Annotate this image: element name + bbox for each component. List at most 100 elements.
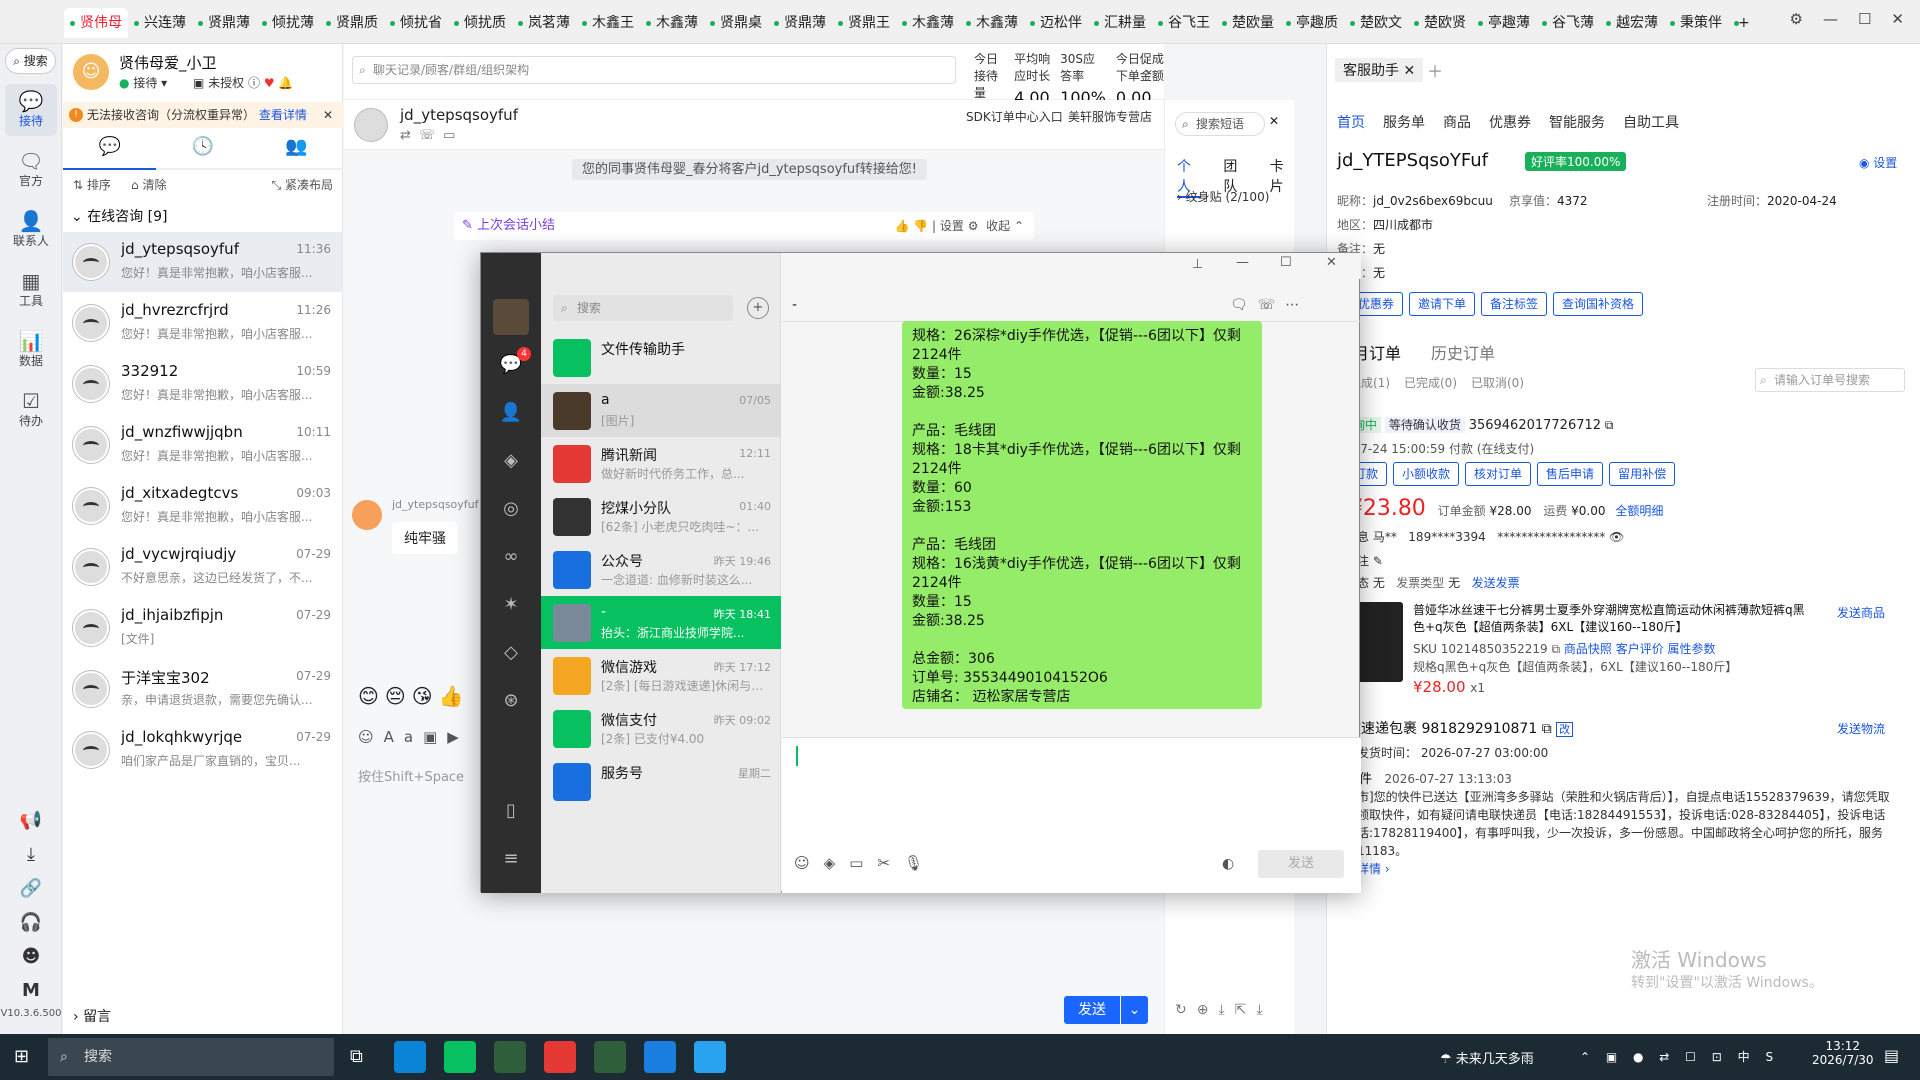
shop-tab[interactable]: 迈松伴 [1024,8,1088,38]
agent-status[interactable]: ● 接待 ▾ [119,74,167,91]
scissors-icon[interactable]: ✂ [877,854,904,872]
notice-link[interactable]: 查看详情 [259,108,307,122]
rail-search-button[interactable]: ⌕ 搜索 [5,48,56,74]
rail-item-contacts[interactable]: 👤 联系人 [5,204,57,256]
params-link[interactable]: 属性参数 [1668,642,1716,656]
minimize-icon[interactable]: — [1823,10,1838,28]
reviews-link[interactable]: 客户评价 [1616,642,1664,656]
folder-icon[interactable]: ▭ [849,854,877,872]
rail-item-tools[interactable]: ▦ 工具 [5,264,57,316]
add-tab-icon[interactable]: + [1728,8,1756,38]
chevron-down-icon[interactable]: ⌄ [1120,996,1148,1024]
shop-tab[interactable]: 岚茗薄 [512,8,576,38]
send-product-link[interactable]: 发送商品 [1837,604,1885,621]
channels-icon[interactable]: ∞ [499,545,523,569]
robot-icon[interactable]: ☻ [0,940,62,974]
shop-tab[interactable]: 贤鼎质 [320,8,384,38]
app-icon[interactable] [594,1041,626,1073]
settings-link[interactable]: ◉ 设置 [1859,154,1897,171]
m-logo-icon[interactable]: M [0,974,62,1008]
wechat-chat-item[interactable]: 腾讯新闻 12:11 做好新时代侨务工作，总... [541,437,781,490]
thumb-up-icon[interactable]: 👍 [894,219,909,233]
sdk-order-link[interactable]: SDK订单中心入口 [966,108,1063,125]
add-icon[interactable]: + [747,297,769,319]
phone-icon[interactable]: ▯ [499,799,523,823]
app-icon[interactable] [494,1041,526,1073]
shop-tab[interactable]: 贤伟母 [64,8,128,38]
customer-action-button[interactable]: 查询国补资格 [1553,292,1644,316]
add-icon[interactable]: ⊕ [1197,1002,1219,1018]
contacts-tab-icon[interactable]: 👥 [285,136,307,168]
maximize-icon[interactable]: ☐ [1858,10,1871,28]
shop-tab[interactable]: 谷飞王 [1152,8,1216,38]
shop-tab[interactable]: 贤鼎桌 [704,8,768,38]
shop-tab[interactable]: 兴连薄 [128,8,192,38]
conversation-item[interactable]: jd_wnzfiwwjjqbn 10:11 您好！真是非常抱歉，咱小店客服... [63,415,343,475]
shop-tab[interactable]: 楚欧文 [1344,8,1408,38]
clock[interactable]: 13:12 2026/7/30 [1812,1039,1874,1067]
wechat-icon[interactable] [444,1041,476,1073]
rail-item-data[interactable]: 📊 数据 [5,324,57,376]
emoji-icon[interactable]: ☺ [358,728,384,746]
chevron-down-icon[interactable]: ⌄ [1144,62,1154,76]
conversation-item[interactable]: jd_xitxadegtcvs 09:03 您好！真是非常抱歉，咱小店客服... [63,476,343,536]
amount-detail-link[interactable]: 全额明细 [1615,504,1663,518]
phone-icon[interactable]: ☏ [419,128,443,143]
wechat-chat-item[interactable]: 文件传输助手 [541,331,781,384]
menu-icon[interactable]: ≡ [499,847,523,871]
wechat-chat-item[interactable]: 微信游戏 昨天 17:12 [2条] [每日游戏速递]休闲与塔... [541,649,781,702]
task-view-icon[interactable]: ⧉ [350,1046,363,1067]
wechat-chat-item[interactable]: 公众号 昨天 19:46 一念道道: 血修新时装这么... [541,543,781,596]
history-tab-icon[interactable]: 🕓 [192,136,214,168]
notification-icon[interactable]: ▤ [1884,1046,1899,1065]
download-icon[interactable]: ⤓ [0,838,62,872]
shop-tab[interactable]: 楚欧贤 [1408,8,1472,38]
global-search-input[interactable]: ⌕ 聊天记录/顾客/群组/组织架构 [352,56,956,84]
shop-tab[interactable]: 倾扰薄 [256,8,320,38]
close-icon[interactable]: ✕ [1891,10,1904,28]
wechat-chat-item[interactable]: 服务号 星期二 [541,755,781,808]
order-search-input[interactable]: ⌕ 请输入订单号搜索 [1755,368,1905,392]
phone-icon[interactable]: ☏ [1258,297,1286,313]
close-icon[interactable]: ✕ [323,102,333,128]
customer-action-button[interactable]: 备注标签 [1481,292,1548,316]
add-tab-icon[interactable]: ＋ [1427,58,1443,82]
link-icon[interactable]: 🔗 [0,872,62,906]
browser-icon[interactable] [644,1041,676,1073]
phrase-search-input[interactable]: ⌕ 搜索短语 [1175,112,1265,136]
wechat-chat-item[interactable]: a 07/05 [图片] [541,384,781,437]
shop-tab[interactable]: 贤鼎薄 [192,8,256,38]
shop-tab[interactable]: 越宏薄 [1600,8,1664,38]
order-filter[interactable]: 已完成(0) [1404,374,1457,391]
more-icon[interactable]: ⋯ [1285,297,1309,313]
wechat-chat-item[interactable]: - 昨天 18:41 抬头：浙江商业技师学院... [541,596,781,649]
conversation-item[interactable]: jd_lokqhkwyrjqe 07-29 咱们家产品是厂家直销的，宝贝... [63,720,343,780]
conversation-item[interactable]: jd_hvrezrcfrjrd 11:26 您好！真是非常抱歉，咱小店客服... [63,293,343,353]
windows-start-icon[interactable]: ⊞ [14,1046,29,1067]
assistant-tab-item[interactable]: 智能服务 [1549,112,1605,132]
rail-item-official[interactable]: 🗨 官方 [5,144,57,196]
conversation-item[interactable]: 于洋宝宝302 07-29 亲，申请退货退款，需要您先确认... [63,659,343,719]
clear-button[interactable]: ⌂ 清除 [131,176,166,193]
favorites-icon[interactable]: ◈ [499,449,523,473]
shop-tab[interactable]: 亭趣薄 [1472,8,1536,38]
order-filter[interactable]: 已取消(0) [1471,374,1524,391]
export-icon[interactable]: ⇱ [1235,1002,1257,1018]
snapshot-link[interactable]: 商品快照 [1564,642,1612,656]
shop-tab[interactable]: 木鑫薄 [960,8,1024,38]
conversation-item[interactable]: 332912 10:59 您好！真是非常抱歉，咱小店客服... [63,354,343,414]
favorites-icon[interactable]: ◈ [824,854,850,872]
order-action-button[interactable]: 核对订单 [1465,462,1532,486]
image-icon[interactable]: ▣ [423,728,447,746]
wechat-input-area[interactable]: ☺◈▭✂🎙 ◐ 发送 [782,737,1361,893]
emoji-icon[interactable]: ☺ [794,854,824,872]
apps-icon[interactable]: ⊛ [499,689,523,713]
download-icon[interactable]: ⤓ [1256,1002,1272,1018]
video-icon[interactable]: ▶ [447,728,469,746]
auth-status[interactable]: ▣ 未授权 ⓘ ♥ 🔔 [193,74,293,91]
close-icon[interactable]: ✕ [1269,114,1279,128]
compact-layout-button[interactable]: ⤡ 紧凑布局 [272,176,333,193]
wechat-chat-item[interactable]: 挖煤小分队 01:40 [62条] 小老虎只吃肉哇~：... [541,490,781,543]
shop-tab[interactable]: 木鑫薄 [640,8,704,38]
customer-avatar[interactable] [354,108,388,142]
